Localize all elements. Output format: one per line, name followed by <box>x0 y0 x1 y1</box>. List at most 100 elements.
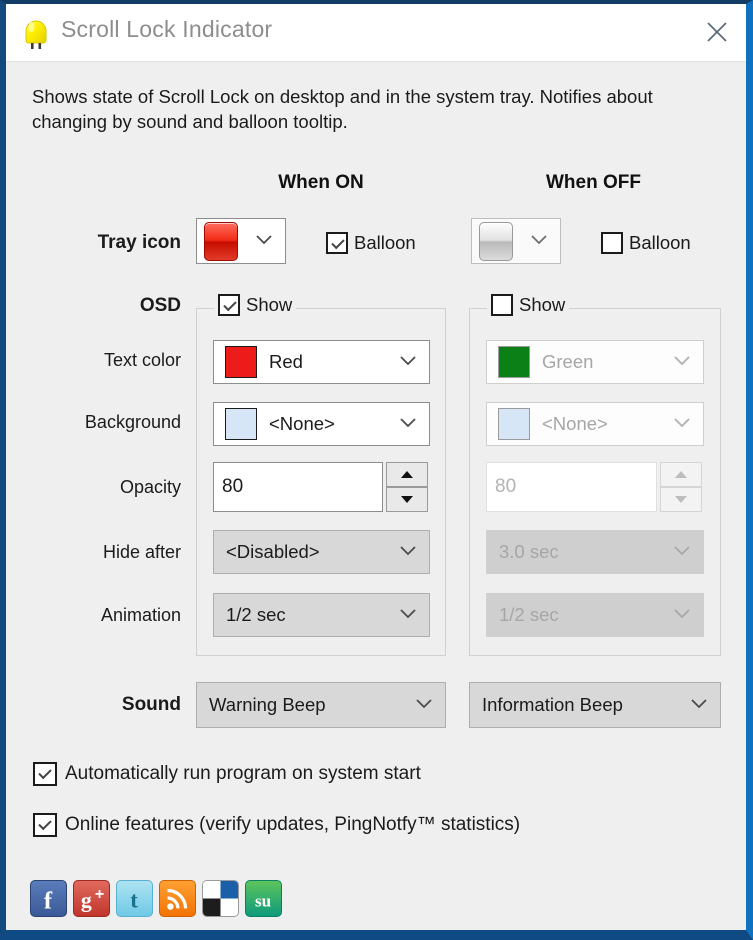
hide-after-on-combo[interactable]: <Disabled> <box>213 530 430 574</box>
opacity-on-stepper-up[interactable] <box>386 462 428 487</box>
hide-after-off-value: 3.0 sec <box>499 541 559 562</box>
tray-icon-off-swatch <box>479 221 513 261</box>
background-on-combo[interactable]: <None> <box>213 402 430 446</box>
opacity-label: Opacity <box>119 477 181 497</box>
app-window: Scroll Lock Indicator Shows state of Scr… <box>0 0 753 940</box>
chevron-down-icon <box>673 353 691 371</box>
checkbox-box <box>33 813 57 837</box>
sound-off-value: Information Beep <box>482 694 623 715</box>
arrow-up-icon <box>675 471 687 478</box>
stumbleupon-icon[interactable]: su <box>245 880 282 917</box>
balloon-off-label: Balloon <box>629 232 691 253</box>
text-color-label: Text color <box>103 350 181 370</box>
rss-icon[interactable] <box>159 880 196 917</box>
chevron-down-icon <box>255 232 273 250</box>
svg-text:g: g <box>81 888 92 912</box>
text-color-on-combo[interactable]: Red <box>213 340 430 384</box>
checkbox-box <box>33 762 57 786</box>
opacity-off-value: 80 <box>495 476 517 497</box>
googleplus-icon[interactable]: g + <box>73 880 110 917</box>
opacity-on-stepper[interactable] <box>386 462 428 512</box>
checkbox-box <box>326 232 348 254</box>
arrow-up-icon <box>401 471 413 478</box>
tray-icon-on-combo[interactable] <box>196 218 286 264</box>
svg-text:su: su <box>255 892 271 911</box>
background-label: Background <box>84 412 181 432</box>
tray-icon-on-swatch <box>204 221 238 261</box>
hide-after-label: Hide after <box>102 542 181 562</box>
text-color-on-value: Red <box>269 351 303 372</box>
background-off-value: <None> <box>542 413 608 434</box>
column-header-off: When OFF <box>546 172 641 193</box>
checkbox-box <box>601 232 623 254</box>
online-features-checkbox[interactable]: Online features (verify updates, PingNot… <box>33 813 520 837</box>
osd-show-off-label: Show <box>519 294 566 315</box>
balloon-on-label: Balloon <box>354 232 416 253</box>
opacity-off-stepper-up[interactable] <box>660 462 702 487</box>
svg-text:+: + <box>95 885 104 903</box>
chevron-down-icon <box>399 606 417 624</box>
opacity-off-stepper[interactable] <box>660 462 702 512</box>
osd-show-on-label: Show <box>246 294 293 315</box>
close-button[interactable] <box>690 4 744 60</box>
osd-show-off-checkbox[interactable]: Show <box>487 294 570 316</box>
tray-icon-off-combo[interactable] <box>471 218 561 264</box>
opacity-off-input[interactable]: 80 <box>486 462 657 512</box>
balloon-on-checkbox[interactable]: Balloon <box>326 232 416 254</box>
animation-on-value: 1/2 sec <box>226 604 286 625</box>
chevron-down-icon <box>673 543 691 561</box>
hide-after-on-value: <Disabled> <box>226 541 320 562</box>
background-off-combo[interactable]: <None> <box>486 402 704 446</box>
chevron-down-icon <box>399 353 417 371</box>
hide-after-off-combo[interactable]: 3.0 sec <box>486 530 704 574</box>
dialog-body: Shows state of Scroll Lock on desktop an… <box>6 62 746 930</box>
chevron-down-icon <box>415 696 433 714</box>
chevron-down-icon <box>690 696 708 714</box>
chevron-down-icon <box>530 232 548 250</box>
title-bar: Scroll Lock Indicator <box>6 4 746 62</box>
opacity-on-input[interactable]: 80 <box>213 462 383 512</box>
opacity-on-value: 80 <box>222 476 244 497</box>
opacity-on-stepper-down[interactable] <box>386 487 428 512</box>
description-text: Shows state of Scroll Lock on desktop an… <box>32 86 653 132</box>
chevron-down-icon <box>673 606 691 624</box>
tray-icon-label: Tray icon <box>97 232 181 253</box>
chevron-down-icon <box>399 543 417 561</box>
arrow-down-icon <box>675 496 687 503</box>
sound-off-combo[interactable]: Information Beep <box>469 682 721 728</box>
color-swatch <box>225 408 257 440</box>
autorun-label: Automatically run program on system star… <box>65 763 421 784</box>
facebook-icon[interactable]: f <box>30 880 67 917</box>
sound-on-value: Warning Beep <box>209 694 326 715</box>
svg-text:f: f <box>44 887 53 914</box>
animation-on-combo[interactable]: 1/2 sec <box>213 593 430 637</box>
sound-label: Sound <box>121 694 181 715</box>
arrow-down-icon <box>401 496 413 503</box>
animation-label: Animation <box>100 605 181 625</box>
animation-off-combo[interactable]: 1/2 sec <box>486 593 704 637</box>
chevron-down-icon <box>399 415 417 433</box>
osd-label: OSD <box>139 295 181 316</box>
osd-show-on-checkbox[interactable]: Show <box>214 294 297 316</box>
background-on-value: <None> <box>269 413 335 434</box>
svg-text:t: t <box>130 887 138 912</box>
chevron-down-icon <box>673 415 691 433</box>
opacity-off-stepper-down[interactable] <box>660 487 702 512</box>
checkbox-box <box>218 294 240 316</box>
window-title: Scroll Lock Indicator <box>61 16 273 42</box>
sound-on-combo[interactable]: Warning Beep <box>196 682 446 728</box>
delicious-icon[interactable] <box>202 880 239 917</box>
online-features-label: Online features (verify updates, PingNot… <box>65 814 521 835</box>
autorun-checkbox[interactable]: Automatically run program on system star… <box>33 762 421 786</box>
checkbox-box <box>491 294 513 316</box>
animation-off-value: 1/2 sec <box>499 604 559 625</box>
column-header-on: When ON <box>278 172 364 193</box>
twitter-icon[interactable]: t <box>116 880 153 917</box>
color-swatch <box>498 408 530 440</box>
text-color-off-value: Green <box>542 351 594 372</box>
text-color-off-combo[interactable]: Green <box>486 340 704 384</box>
led-lamp-icon <box>20 16 52 50</box>
color-swatch <box>498 346 530 378</box>
color-swatch <box>225 346 257 378</box>
balloon-off-checkbox[interactable]: Balloon <box>601 232 691 254</box>
